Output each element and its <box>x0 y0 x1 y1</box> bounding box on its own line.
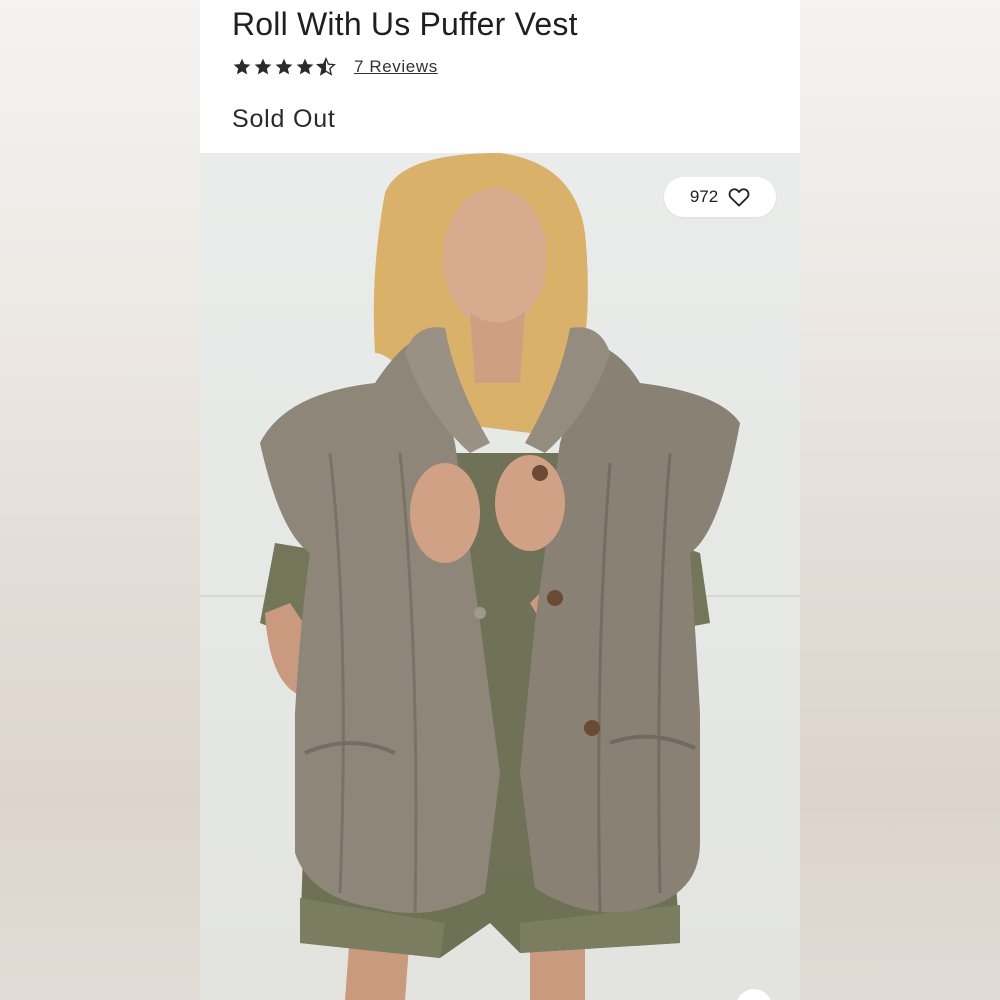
like-button[interactable]: 972 <box>664 177 776 217</box>
star-icon <box>296 58 314 75</box>
star-icon <box>254 58 272 75</box>
model-wearing-vest-illustration <box>260 153 740 1000</box>
star-rating <box>232 57 336 77</box>
background-blur-right <box>800 0 1000 1000</box>
product-title: Roll With Us Puffer Vest <box>232 6 578 42</box>
reviews-link[interactable]: 7 Reviews <box>354 57 438 77</box>
like-count: 972 <box>689 187 719 206</box>
star-icon <box>275 58 293 75</box>
half-star-icon <box>316 57 336 76</box>
availability-status: Sold Out <box>232 105 336 133</box>
product-photo[interactable]: 972 <box>200 153 800 1000</box>
background-blur-left <box>0 0 200 1000</box>
product-header: Roll With Us Puffer Vest 7 Reviews Sold … <box>200 0 800 153</box>
rating-row: 7 Reviews <box>232 55 438 79</box>
product-card: Roll With Us Puffer Vest 7 Reviews Sold … <box>200 0 800 1000</box>
star-icon <box>233 58 251 75</box>
heart-outline-icon <box>728 188 750 207</box>
